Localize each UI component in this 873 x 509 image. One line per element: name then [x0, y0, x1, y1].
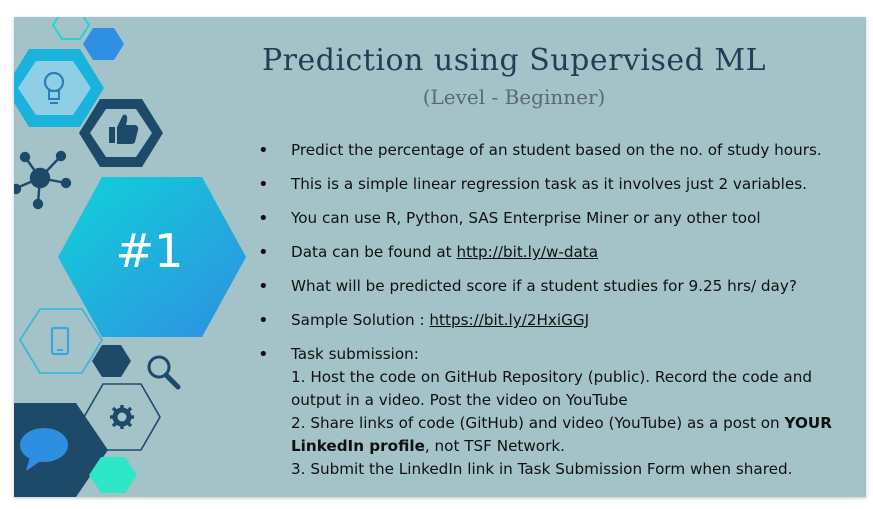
task-step-2: 2. Share links of code (GitHub) and vide…: [291, 412, 839, 458]
data-link[interactable]: http://bit.ly/w-data: [456, 243, 598, 261]
task-heading: Task submission:: [291, 345, 419, 363]
bullet-item: Predict the percentage of an student bas…: [254, 139, 839, 162]
badge-number: #1: [115, 224, 184, 278]
task-step-2-text: 2. Share links of code (GitHub) and vide…: [291, 414, 785, 432]
slide-title: Prediction using Supervised ML: [261, 43, 767, 78]
slide-subtitle: (Level - Beginner): [422, 85, 606, 109]
magnifier-icon: [147, 355, 181, 390]
small-blue-hexagon: [83, 28, 124, 60]
bullet-text: Predict the percentage of an student bas…: [291, 141, 822, 159]
network-icon: [14, 150, 72, 210]
small-navy-hexagon: [92, 345, 131, 377]
bullet-text: Data can be found at: [291, 243, 457, 261]
bullet-text: This is a simple linear regression task …: [291, 175, 807, 193]
bullet-item: What will be predicted score if a studen…: [254, 275, 839, 298]
bullet-item: Data can be found at http://bit.ly/w-dat…: [254, 241, 839, 264]
bullet-text: What will be predicted score if a studen…: [291, 277, 797, 295]
task-step-2-end: , not TSF Network.: [424, 437, 565, 455]
bullet-item: Sample Solution : https://bit.ly/2HxiGGJ: [254, 309, 839, 332]
bullet-list: Predict the percentage of an student bas…: [254, 139, 839, 492]
solution-link[interactable]: https://bit.ly/2HxiGGJ: [429, 311, 589, 329]
small-outline-hexagon: [51, 17, 91, 40]
bullet-item-task-submission: Task submission: 1. Host the code on Git…: [254, 343, 839, 481]
chat-bubble-icon: [14, 403, 108, 497]
bullet-text: Sample Solution :: [291, 311, 430, 329]
bullet-text: You can use R, Python, SAS Enterprise Mi…: [291, 209, 761, 227]
bullet-item: You can use R, Python, SAS Enterprise Mi…: [254, 207, 839, 230]
phone-icon: [18, 308, 104, 374]
task-step-3: 3. Submit the LinkedIn link in Task Subm…: [291, 460, 793, 478]
thumbs-up-icon: [79, 99, 163, 167]
bullet-item: This is a simple linear regression task …: [254, 173, 839, 196]
task-step-1: 1. Host the code on GitHub Repository (p…: [291, 368, 813, 409]
slide: #1 Prediction using Supervised ML (Level…: [14, 17, 866, 497]
